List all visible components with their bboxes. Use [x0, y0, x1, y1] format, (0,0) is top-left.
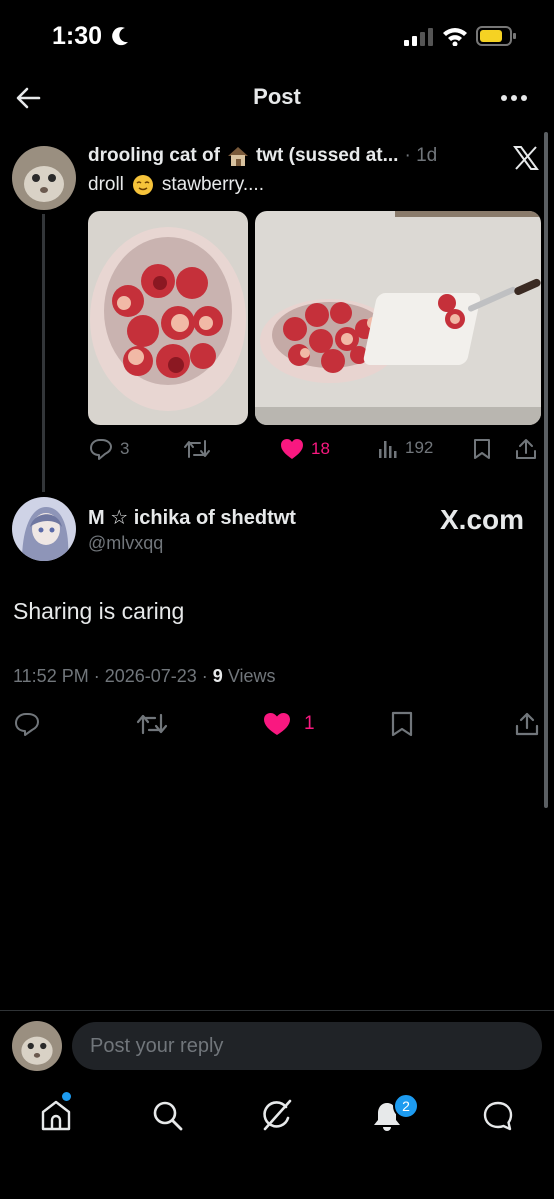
- reply-input[interactable]: Post your reply: [72, 1022, 542, 1070]
- main-bookmark-icon[interactable]: [390, 711, 414, 737]
- heart-filled-icon: [264, 713, 290, 735]
- nav-search-icon[interactable]: [152, 1100, 184, 1132]
- nav-grok-icon[interactable]: [260, 1098, 294, 1132]
- house-emoji-icon: [226, 144, 250, 168]
- main-share-icon[interactable]: [514, 711, 540, 737]
- notifications-badge: 2: [393, 1093, 419, 1119]
- x-com-logo: X.com: [440, 504, 525, 535]
- main-like-button[interactable]: 1: [262, 711, 315, 737]
- nav-home-icon[interactable]: [40, 1098, 72, 1132]
- nav-messages-icon[interactable]: [482, 1100, 514, 1132]
- quoted-like-count: 18: [311, 439, 330, 458]
- home-notification-dot: [62, 1092, 71, 1101]
- main-author-handle[interactable]: @mlvxqq: [88, 533, 163, 554]
- moon-icon: [112, 26, 130, 46]
- quoted-time-ago: · 1d: [404, 145, 438, 166]
- strawberry-counter-image[interactable]: [255, 211, 541, 425]
- quoted-reply-button[interactable]: 3: [88, 437, 129, 461]
- quoted-author-avatar[interactable]: [12, 146, 76, 210]
- battery-icon: [476, 25, 518, 47]
- reply-icon: [90, 439, 112, 460]
- x-logo-icon: [513, 146, 539, 170]
- main-reply-icon[interactable]: [13, 711, 41, 737]
- main-author-avatar[interactable]: [12, 497, 76, 561]
- quoted-views-button[interactable]: 192: [377, 437, 433, 459]
- quoted-bookmark-icon[interactable]: [472, 438, 492, 460]
- strawberry-bowl-image[interactable]: [88, 211, 248, 425]
- current-user-avatar[interactable]: [12, 1021, 62, 1071]
- main-tweet-timestamp: 11:52 PM · 2026-07-23 ·: [13, 666, 208, 686]
- main-tweet-meta: 11:52 PM · 2026-07-23 · 9 Views: [13, 666, 276, 687]
- main-tweet-views-label: Views: [227, 666, 276, 686]
- reply-divider: [0, 1010, 554, 1011]
- quoted-text-before: droll: [88, 174, 124, 195]
- signal-icon: [404, 28, 434, 46]
- scrollbar[interactable]: [544, 132, 548, 808]
- more-options-icon[interactable]: [500, 94, 528, 102]
- main-tweet-view-count: 9: [212, 666, 223, 686]
- relieved-face-emoji-icon: [132, 174, 154, 196]
- quoted-view-count: 192: [405, 438, 434, 457]
- thread-line: [42, 214, 45, 492]
- quoted-retweet-button[interactable]: [183, 437, 211, 461]
- main-retweet-icon[interactable]: [136, 711, 168, 737]
- main-author-name[interactable]: M ☆ ichika of shedtwt: [88, 505, 296, 530]
- quoted-author-name-text: drooling cat of: [88, 145, 220, 166]
- heart-filled-icon: [281, 439, 303, 459]
- quoted-author-name-suffix: twt (sussed at...: [255, 145, 399, 166]
- retweet-icon: [184, 440, 210, 458]
- main-tweet-text: Sharing is caring: [13, 598, 185, 624]
- quoted-reply-count: 3: [120, 439, 130, 458]
- quoted-tweet-text: droll stawberry....: [88, 174, 264, 196]
- quoted-share-icon[interactable]: [514, 437, 538, 461]
- page-title: Post: [253, 84, 301, 109]
- quoted-like-button[interactable]: 18: [279, 437, 330, 461]
- main-like-count: 1: [304, 713, 315, 734]
- wifi-icon: [442, 26, 468, 46]
- status-time: 1:30: [52, 22, 103, 50]
- quoted-text-after: stawberry....: [161, 174, 264, 195]
- quoted-author-name[interactable]: drooling cat of twt (sussed at... · 1d: [88, 144, 437, 168]
- views-icon: [379, 441, 397, 458]
